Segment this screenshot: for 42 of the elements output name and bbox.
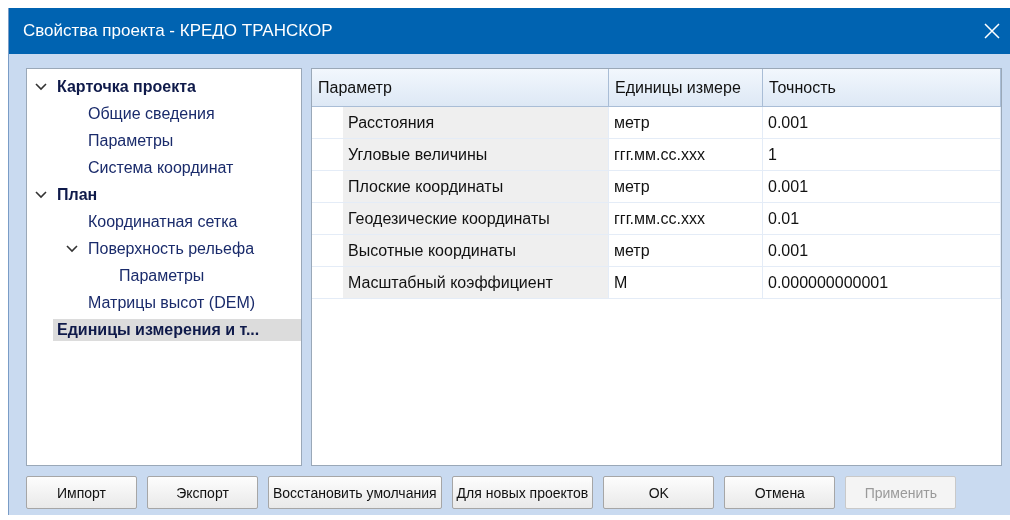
tree-item[interactable]: Карточка проекта xyxy=(53,75,200,98)
table-cell[interactable]: 0.01 xyxy=(763,203,1001,234)
table-cell: Угловые величины xyxy=(343,139,609,170)
tree-item[interactable]: Общие сведения xyxy=(84,102,219,125)
dialog-button[interactable]: Импорт xyxy=(26,476,137,509)
tree-item[interactable]: Координатная сетка xyxy=(84,210,242,233)
dialog-button[interactable]: Экспорт xyxy=(147,476,258,509)
table-cell: Плоские координаты xyxy=(343,171,609,202)
tree-item[interactable]: Единицы измерения и т... xyxy=(53,318,301,341)
column-header[interactable]: Точность xyxy=(763,69,1001,106)
table-cell[interactable]: метр xyxy=(609,107,763,138)
table-cell: Геодезические координаты xyxy=(343,203,609,234)
tree-item[interactable]: Параметры xyxy=(84,129,178,152)
table-cell[interactable]: 0.001 xyxy=(763,107,1001,138)
table-cell[interactable]: ггг.мм.сс.ххх xyxy=(609,203,763,234)
table-cell[interactable]: метр xyxy=(609,235,763,266)
tree-item[interactable]: Поверхность рельефа xyxy=(84,237,259,260)
table-cell: Расстояния xyxy=(343,107,609,138)
chevron-icon[interactable] xyxy=(35,190,47,199)
tree-item[interactable]: План xyxy=(53,183,102,206)
table-cell[interactable]: метр xyxy=(609,171,763,202)
chevron-icon[interactable] xyxy=(66,244,78,253)
table-cell[interactable]: М xyxy=(609,267,763,298)
table-cell[interactable]: 1 xyxy=(763,139,1001,170)
table-cell: Масштабный коэффициент xyxy=(343,267,609,298)
tree-item[interactable]: Матрицы высот (DEM) xyxy=(84,291,260,314)
dialog-button[interactable]: OK xyxy=(603,476,715,509)
dialog-button[interactable]: Отмена xyxy=(724,476,836,509)
table-cell[interactable]: 0.000000000001 xyxy=(763,267,1001,298)
table-cell[interactable]: 0.001 xyxy=(763,171,1001,202)
chevron-icon[interactable] xyxy=(35,82,47,91)
window-title: Свойства проекта - КРЕДО ТРАНСКОР xyxy=(23,21,333,41)
table-cell[interactable]: 0.001 xyxy=(763,235,1001,266)
table-cell: Высотные координаты xyxy=(343,235,609,266)
tree-item[interactable]: Параметры xyxy=(115,264,209,287)
dialog-button[interactable]: Для новых проектов xyxy=(451,476,594,509)
tree-item[interactable]: Система координат xyxy=(84,156,238,179)
table-cell[interactable]: ггг.мм.сс.ххх xyxy=(609,139,763,170)
column-header[interactable]: Параметр xyxy=(312,69,609,106)
column-header[interactable]: Единицы измере xyxy=(609,69,763,106)
dialog-button[interactable]: Восстановить умолчания xyxy=(268,476,442,509)
close-icon[interactable] xyxy=(984,23,1000,39)
